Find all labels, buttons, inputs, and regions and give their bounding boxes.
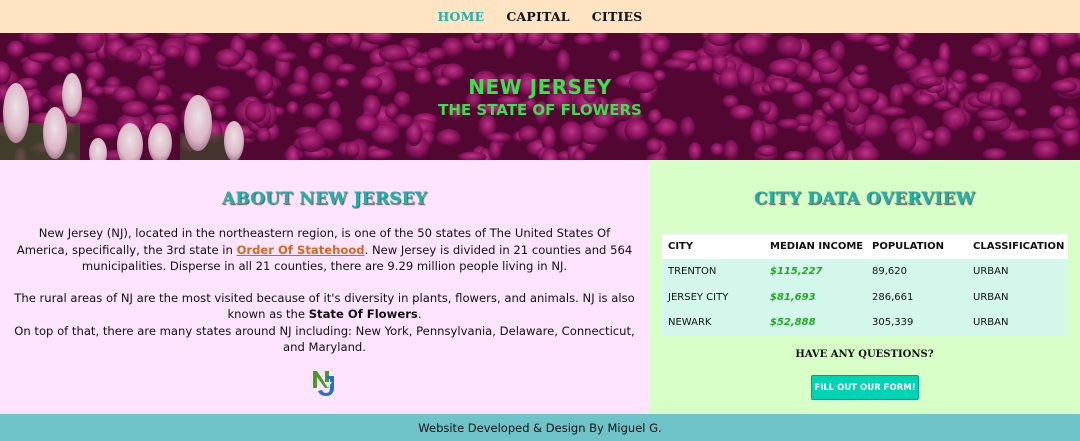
cell-income: $115,227 — [764, 259, 866, 285]
about-text: On top of that, there are many states ar… — [14, 323, 635, 355]
table-row: NEWARK $52,888 305,339 URBAN — [662, 310, 1068, 336]
cell-city: NEWARK — [662, 310, 764, 336]
column-header-classification: CLASSIFICATION — [967, 234, 1068, 259]
cell-city: JERSEY CITY — [662, 284, 764, 310]
table-row: TRENTON $115,227 89,620 URBAN — [662, 259, 1068, 285]
about-text: . — [417, 307, 422, 321]
nj-logo — [310, 368, 340, 402]
cell-city: TRENTON — [662, 259, 764, 285]
state-of-flowers-text: State Of Flowers — [308, 307, 418, 321]
hero-title: NEW JERSEY — [468, 75, 612, 99]
footer: Website Developed & Design By Miguel G. — [0, 414, 1080, 441]
top-nav: HOME CAPITAL CITIES — [0, 0, 1080, 33]
cell-classification: URBAN — [967, 284, 1068, 310]
cell-classification: URBAN — [967, 310, 1068, 336]
cell-population: 305,339 — [866, 310, 967, 336]
order-of-statehood-link[interactable]: Order Of Statehood — [237, 243, 365, 257]
nav-cities-link[interactable]: CITIES — [592, 9, 643, 24]
table-header-row: CITY MEDIAN INCOME POPULATION CLASSIFICA… — [662, 234, 1068, 259]
city-data-section: CITY DATA OVERVIEW CITY MEDIAN INCOME PO… — [649, 160, 1080, 414]
city-data-heading: CITY DATA OVERVIEW — [754, 189, 975, 209]
footer-credit: Website Developed & Design By Miguel G. — [418, 420, 662, 435]
cell-population: 89,620 — [866, 259, 967, 285]
about-paragraph-2: The rural areas of NJ are the most visit… — [14, 290, 635, 356]
nav-capital-link[interactable]: CAPITAL — [506, 9, 569, 24]
hero-banner: NEW JERSEY THE STATE OF FLOWERS — [0, 33, 1080, 160]
column-header-city: CITY — [662, 234, 764, 259]
table-row: JERSEY CITY $81,693 286,661 URBAN — [662, 284, 1068, 310]
hero-title-block: NEW JERSEY THE STATE OF FLOWERS — [0, 75, 1080, 119]
fill-out-form-button[interactable]: FILL OUT OUR FORM! — [811, 375, 919, 400]
nav-home-link[interactable]: HOME — [438, 9, 485, 24]
about-heading: ABOUT NEW JERSEY — [221, 189, 428, 209]
city-data-table: CITY MEDIAN INCOME POPULATION CLASSIFICA… — [662, 234, 1068, 336]
about-section: ABOUT NEW JERSEY New Jersey (NJ), locate… — [0, 160, 649, 414]
column-header-population: POPULATION — [866, 234, 967, 259]
questions-heading: HAVE ANY QUESTIONS? — [795, 349, 934, 360]
hero-subtitle: THE STATE OF FLOWERS — [438, 101, 642, 119]
column-header-median-income: MEDIAN INCOME — [764, 234, 866, 259]
cell-classification: URBAN — [967, 259, 1068, 285]
cell-income: $52,888 — [764, 310, 866, 336]
about-paragraph-1: New Jersey (NJ), located in the northeas… — [14, 225, 635, 275]
cell-income: $81,693 — [764, 284, 866, 310]
cell-population: 286,661 — [866, 284, 967, 310]
